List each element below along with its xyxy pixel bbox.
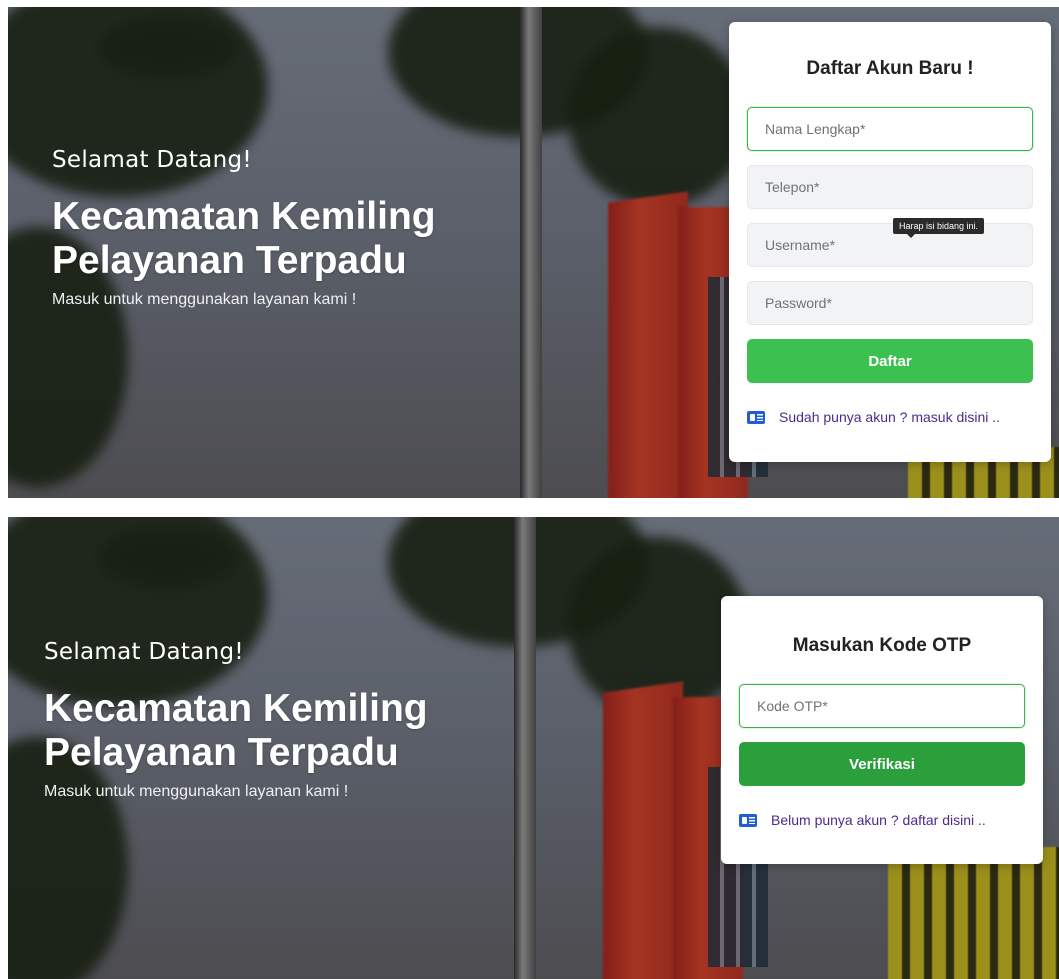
phone-input[interactable] <box>747 165 1033 209</box>
welcome-text: Selamat Datang! <box>44 639 244 665</box>
password-input[interactable] <box>747 281 1033 325</box>
otp-title: Masukan Kode OTP <box>792 635 972 656</box>
welcome-text: Selamat Datang! <box>52 147 252 173</box>
register-title: Daftar Akun Baru ! <box>806 58 974 79</box>
hero-title-line-1: Kecamatan Kemiling <box>52 195 436 238</box>
login-link[interactable]: Sudah punya akun ? masuk disini .. <box>779 409 1000 425</box>
otp-card: Masukan Kode OTP Verifikasi Belum punya … <box>721 596 1043 864</box>
id-card-icon <box>747 410 765 424</box>
username-input[interactable] <box>747 223 1033 267</box>
hero-title-line-1: Kecamatan Kemiling <box>44 687 428 730</box>
hero-text: Selamat Datang! Kecamatan Kemiling Pelay… <box>44 639 428 801</box>
otp-panel: Selamat Datang! Kecamatan Kemiling Pelay… <box>8 517 1059 979</box>
hero-subtitle: Masuk untuk menggunakan layanan kami ! <box>52 291 357 308</box>
login-link-row: Sudah punya akun ? masuk disini .. <box>747 409 1033 425</box>
otp-input[interactable] <box>739 684 1025 728</box>
validation-tooltip: Harap isi bidang ini. <box>893 218 985 238</box>
hero-title-line-2: Pelayanan Terpadu <box>44 731 399 774</box>
register-link-row: Belum punya akun ? daftar disini .. <box>739 812 1025 828</box>
register-panel: Selamat Datang! Kecamatan Kemiling Pelay… <box>8 7 1059 498</box>
verify-button[interactable]: Verifikasi <box>739 742 1025 786</box>
hero-text: Selamat Datang! Kecamatan Kemiling Pelay… <box>52 147 436 309</box>
hero-subtitle: Masuk untuk menggunakan layanan kami ! <box>44 783 349 800</box>
id-card-icon <box>739 813 757 827</box>
fullname-input[interactable] <box>747 107 1033 151</box>
hero-title-line-2: Pelayanan Terpadu <box>52 239 407 282</box>
register-link[interactable]: Belum punya akun ? daftar disini .. <box>771 812 986 828</box>
register-card: Daftar Akun Baru ! Daftar Sudah punya ak… <box>729 22 1051 462</box>
register-button[interactable]: Daftar <box>747 339 1033 383</box>
